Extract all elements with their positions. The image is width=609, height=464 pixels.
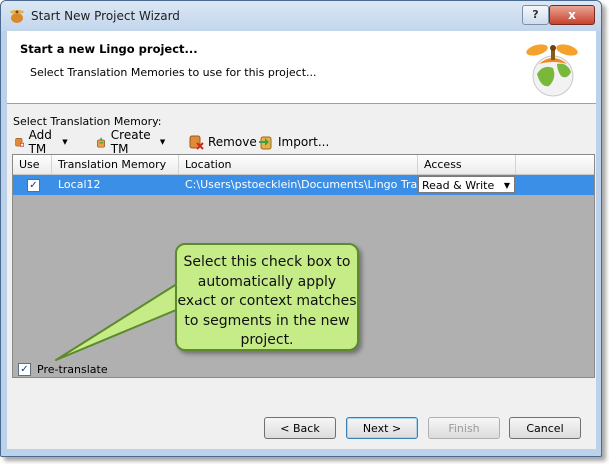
column-header-translation-memory[interactable]: Translation Memory <box>52 155 179 174</box>
pretranslate-label: Pre-translate <box>37 363 108 376</box>
database-add-icon <box>15 137 24 147</box>
table-row[interactable]: ✓ Local12 C:\Users\pstoecklein\Documents… <box>13 175 594 195</box>
lingo-app-icon <box>10 10 24 23</box>
create-tm-label: Create TM <box>110 128 151 156</box>
page-subtitle: Select Translation Memories to use for t… <box>30 66 317 79</box>
import-icon <box>259 136 272 149</box>
tm-name-cell: Local12 <box>58 178 101 191</box>
column-header-access[interactable]: Access <box>418 155 516 174</box>
tm-section-label: Select Translation Memory: <box>13 115 162 128</box>
import-button[interactable]: Import... <box>259 132 329 152</box>
use-checkbox[interactable]: ✓ <box>27 179 40 192</box>
page-title: Start a new Lingo project... <box>20 42 198 56</box>
chevron-down-icon: ▼ <box>503 181 510 190</box>
column-header-location[interactable]: Location <box>179 155 418 174</box>
create-tm-button[interactable]: Create TM ▼ <box>96 128 166 156</box>
callout-tooltip: Select this check box to automatically a… <box>175 243 359 351</box>
database-remove-icon <box>189 135 204 150</box>
add-tm-button[interactable]: Add TM ▼ <box>15 128 68 156</box>
finish-button[interactable]: Finish <box>428 417 500 439</box>
grid-header: Use Translation Memory Location Access <box>13 155 594 175</box>
chevron-down-icon: ▼ <box>159 138 166 146</box>
create-tm-icon <box>97 136 105 148</box>
title-bar[interactable]: Start New Project Wizard ? x <box>1 1 601 31</box>
pretranslate-option[interactable]: ✓ Pre-translate <box>18 363 108 376</box>
close-button[interactable]: x <box>549 5 595 25</box>
wizard-content: Start a new Lingo project... Select Tran… <box>7 31 596 449</box>
help-button[interactable]: ? <box>522 5 549 25</box>
remove-button[interactable]: Remove <box>189 132 257 152</box>
access-dropdown[interactable]: Read & Write ▼ <box>418 176 515 193</box>
pretranslate-checkbox[interactable]: ✓ <box>18 363 31 376</box>
back-button[interactable]: < Back <box>264 417 336 439</box>
chevron-down-icon: ▼ <box>62 138 68 146</box>
access-value: Read & Write <box>422 179 495 192</box>
wizard-window: Start New Project Wizard ? x Start a new… <box>0 0 602 457</box>
cancel-button[interactable]: Cancel <box>509 417 581 439</box>
lingo-logo-icon <box>526 44 578 97</box>
import-label: Import... <box>278 135 330 149</box>
remove-label: Remove <box>208 135 257 149</box>
window-title: Start New Project Wizard <box>31 9 180 23</box>
wizard-header: Start a new Lingo project... Select Tran… <box>7 31 596 104</box>
tm-location-cell: C:\Users\pstoecklein\Documents\Lingo Tra… <box>185 178 418 191</box>
next-button[interactable]: Next > <box>346 417 418 439</box>
column-header-use[interactable]: Use <box>13 155 52 174</box>
add-tm-label: Add TM <box>28 128 52 156</box>
